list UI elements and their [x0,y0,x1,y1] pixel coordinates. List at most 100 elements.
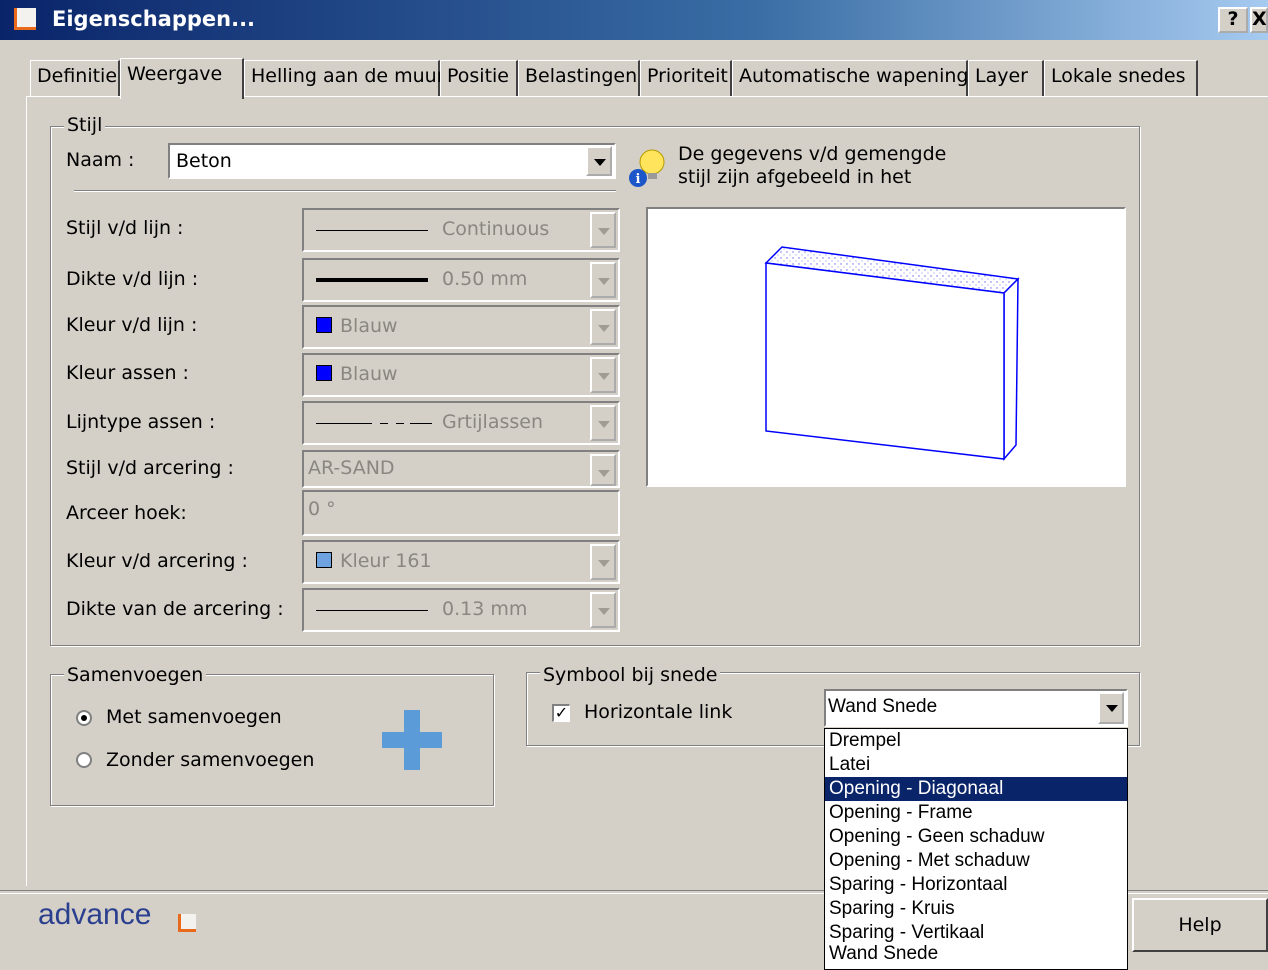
kleur-lijn-value: Blauw [316,315,398,337]
dikte-arcering-combo[interactable]: 0.13 mm [302,588,620,632]
tab-definitie[interactable]: Definitie [30,60,120,96]
lijntype-assen-value: Grtijlassen [442,411,543,433]
dropdown-option[interactable]: Opening - Geen schaduw [825,825,1127,849]
kleur-arcering-combo[interactable]: Kleur 161 [302,540,620,584]
radio-zonder-samenvoegen[interactable] [76,752,92,768]
kleur-lijn-combo[interactable]: Blauw [302,305,620,349]
dash-sample [396,423,404,424]
chevron-down-icon[interactable] [590,405,616,441]
lijntype-assen-label: Lijntype assen : [66,411,216,433]
color-swatch-blue [316,317,332,333]
help-title-button[interactable]: ? [1218,7,1248,33]
svg-text:i: i [636,172,641,187]
kleur-assen-label: Kleur assen : [66,362,189,384]
kleur-arcering-value: Kleur 161 [316,550,432,572]
window-title: Eigenschappen... [52,7,256,31]
chevron-down-icon[interactable] [590,544,616,580]
kleur-assen-combo[interactable]: Blauw [302,353,620,397]
tab-helling[interactable]: Helling aan de muur [244,60,445,96]
dropdown-option[interactable]: Wand Snede [825,945,1127,962]
stijl-group-label: Stijl [64,114,106,136]
symbool-dropdown-list: Drempel Latei Opening - Diagonaal Openin… [824,728,1128,970]
dash-sample [316,423,372,424]
radio-met-samenvoegen[interactable] [76,710,92,726]
plus-join-icon [380,708,444,772]
tab-layer[interactable]: Layer [968,60,1044,96]
lijntype-assen-combo[interactable]: Grtijlassen [302,401,620,445]
chevron-down-icon[interactable] [590,592,616,628]
kleur-assen-value: Blauw [316,363,398,385]
stijl-lijn-value: Continuous [442,218,550,240]
dropdown-option[interactable]: Opening - Frame [825,801,1127,825]
chevron-down-icon[interactable] [590,454,616,486]
kleur-lijn-label: Kleur v/d lijn : [66,314,198,336]
app-icon [14,8,36,30]
chevron-down-icon[interactable] [590,357,616,393]
dropdown-option[interactable]: Sparing - Kruis [825,897,1127,921]
tab-automatische-wapening[interactable]: Automatische wapening [732,60,968,96]
dropdown-option[interactable]: Sparing - Vertikaal [825,921,1127,945]
dropdown-option[interactable]: Drempel [825,729,1127,753]
symbool-combo[interactable]: Wand Snede [824,689,1128,727]
chevron-down-icon[interactable] [590,212,616,248]
color-swatch-blue [316,365,332,381]
dikte-lijn-combo[interactable]: 0.50 mm [302,258,620,302]
info-text: De gegevens v/d gemengde stijl zijn afge… [678,143,946,189]
info-text-line2: stijl zijn afgebeeld in het [678,166,912,188]
dikte-lijn-value: 0.50 mm [442,268,528,290]
line-sample [316,230,428,231]
kleur-lijn-text: Blauw [340,315,398,337]
arceer-hoek-value: 0 ° [308,498,336,520]
tab-prioriteit[interactable]: Prioriteit [640,60,732,96]
tab-weergave[interactable]: Weergave [120,58,244,99]
tab-lokale-snedes[interactable]: Lokale snedes [1044,60,1198,96]
close-title-button[interactable]: X [1250,7,1268,33]
naam-label: Naam : [66,149,135,171]
advance-logo-text: advance [38,898,152,931]
chevron-down-icon[interactable] [586,146,612,176]
style-preview [646,207,1126,487]
arceer-hoek-field[interactable]: 0 ° [302,490,620,536]
stijl-arcering-combo[interactable]: AR-SAND [302,450,620,488]
advance-logo-mark [178,914,196,932]
chevron-down-icon[interactable] [590,262,616,298]
kleur-arcering-text: Kleur 161 [340,550,432,572]
color-swatch-lightblue [316,552,332,568]
met-samenvoegen-label[interactable]: Met samenvoegen [106,706,282,728]
dropdown-option[interactable]: Latei [825,753,1127,777]
horizontale-link-label[interactable]: Horizontale link [584,701,732,723]
tab-belastingen[interactable]: Belastingen [518,60,640,96]
dash-sample [410,423,432,424]
stijl-arcering-value: AR-SAND [308,457,395,479]
stijl-lijn-combo[interactable]: Continuous [302,208,620,252]
dikte-lijn-label: Dikte v/d lijn : [66,268,199,290]
symbool-group-label: Symbool bij snede [540,664,721,686]
chevron-down-icon[interactable] [590,309,616,345]
lightbulb-info-icon: i [626,146,666,190]
symbool-combo-value: Wand Snede [828,696,938,717]
kleur-assen-text: Blauw [340,363,398,385]
line-sample [316,610,428,611]
help-button[interactable]: Help [1132,898,1268,952]
dash-sample [380,423,388,424]
tab-positie[interactable]: Positie [440,60,518,96]
naam-value: Beton [176,150,232,172]
separator [74,190,616,192]
chevron-down-icon[interactable] [1098,692,1124,724]
naam-combo[interactable]: Beton [168,143,616,179]
dropdown-option[interactable]: Opening - Met schaduw [825,849,1127,873]
horizontale-link-checkbox[interactable]: ✓ [552,704,570,722]
dropdown-option-selected[interactable]: Opening - Diagonaal [825,777,1127,801]
line-sample-thick [316,278,428,282]
samenvoegen-group-label: Samenvoegen [64,664,207,686]
stijl-lijn-label: Stijl v/d lijn : [66,217,184,239]
dikte-arcering-label: Dikte van de arcering : [66,598,284,620]
advance-logo: advance [38,898,151,932]
dikte-arcering-value: 0.13 mm [442,598,528,620]
kleur-arcering-label: Kleur v/d arcering : [66,550,248,572]
info-text-line1: De gegevens v/d gemengde [678,143,947,165]
zonder-samenvoegen-label[interactable]: Zonder samenvoegen [106,749,314,771]
dropdown-option[interactable]: Sparing - Horizontaal [825,873,1127,897]
wall-preview-drawing [764,246,1020,462]
stijl-arcering-label: Stijl v/d arcering : [66,457,234,479]
